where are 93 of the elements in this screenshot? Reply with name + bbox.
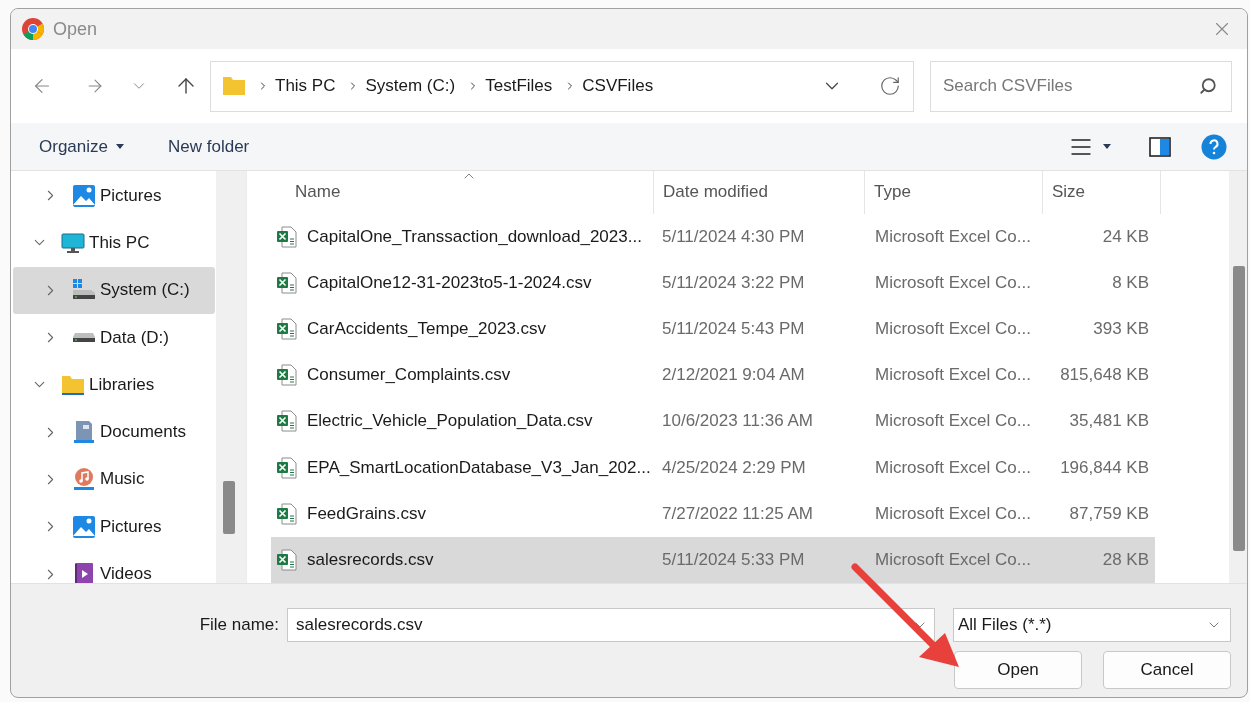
search-field[interactable]: Search CSVFiles bbox=[930, 60, 1232, 112]
file-name: EPA_SmartLocationDatabase_V3_Jan_202... bbox=[307, 457, 651, 478]
picture-icon bbox=[72, 514, 96, 539]
search-icon bbox=[1199, 77, 1217, 95]
date-modified-cell-text: 2/12/2021 9:04 AM bbox=[661, 365, 805, 386]
drive-icon bbox=[72, 333, 96, 343]
date-modified-cell-text: 7/27/2022 11:25 AM bbox=[661, 503, 813, 524]
date-modified-cell-text: 10/6/2023 11:36 AM bbox=[661, 411, 813, 432]
excel-file-icon bbox=[277, 456, 297, 479]
sidebar-item[interactable]: Music bbox=[13, 455, 215, 504]
scrollbar[interactable] bbox=[1229, 171, 1247, 583]
file-type-cell-text: Microsoft Excel Co... bbox=[874, 365, 1031, 386]
sidebar-item[interactable]: Pictures bbox=[13, 503, 215, 551]
file-row[interactable]: EPA_SmartLocationDatabase_V3_Jan_202... 4/25/2024 2:29 PM Microsoft Excel Co... 196,844 KB bbox=[271, 444, 1155, 491]
file-type-cell-text: Microsoft Excel Co... bbox=[874, 503, 1031, 524]
file-type-dropdown[interactable]: All Files (*.*) bbox=[953, 608, 1231, 642]
file-name-field[interactable]: salesrecords.csv bbox=[287, 608, 935, 642]
column-header[interactable]: Type bbox=[865, 171, 1043, 214]
excel-file-icon bbox=[277, 318, 297, 341]
file-size-cell-text: 35,481 KB bbox=[1069, 411, 1150, 432]
breadcrumb[interactable]: System (C:) bbox=[365, 76, 456, 96]
file-type-cell-text: Microsoft Excel Co... bbox=[874, 549, 1031, 570]
file-name-input[interactable]: salesrecords.csv bbox=[294, 614, 912, 636]
file-type-cell-text: Microsoft Excel Co... bbox=[874, 411, 1031, 432]
sidebar-item[interactable]: Documents bbox=[13, 408, 215, 456]
file-size-cell-text: 815,648 KB bbox=[1060, 365, 1150, 386]
help-icon[interactable] bbox=[1201, 133, 1227, 160]
file-row[interactable]: CarAccidents_Tempe_2023.csv 5/11/2024 5:43 PM Microsoft Excel Co... 393 KB bbox=[271, 306, 1155, 353]
file-name: Electric_Vehicle_Population_Data.csv bbox=[307, 411, 593, 432]
sidebar-item[interactable]: System (C:) bbox=[13, 266, 215, 314]
file-name: CapitalOne12-31-2023to5-1-2024.csv bbox=[307, 272, 592, 293]
file-name: FeedGrains.csv bbox=[307, 503, 427, 524]
file-row[interactable]: FeedGrains.csv 7/27/2022 11:25 AM Microsoft Excel Co... 87,759 KB bbox=[271, 490, 1155, 537]
caret-icon bbox=[116, 144, 124, 149]
file-row[interactable]: Electric_Vehicle_Population_Data.csv 10/6/2023 11:36 AM Microsoft Excel Co... 35,481 KB bbox=[271, 398, 1155, 445]
breadcrumb[interactable]: This PC bbox=[275, 76, 336, 96]
file-name: Consumer_Complaints.csv bbox=[307, 365, 511, 386]
file-name: CarAccidents_Tempe_2023.csv bbox=[307, 319, 547, 340]
column-header[interactable]: Size bbox=[1043, 171, 1161, 214]
file-size-cell-text: 393 KB bbox=[1093, 319, 1150, 340]
file-type-cell-text: Microsoft Excel Co... bbox=[874, 319, 1031, 340]
file-row[interactable]: Consumer_Complaints.csv 2/12/2021 9:04 AM Microsoft Excel Co... 815,648 KB bbox=[271, 352, 1155, 399]
file-size-cell-text: 196,844 KB bbox=[1060, 457, 1150, 478]
picture-icon bbox=[72, 183, 96, 208]
file-size-cell-text: 8 KB bbox=[1112, 272, 1150, 293]
preview-pane-icon[interactable] bbox=[1149, 136, 1171, 157]
file-name: CapitalOne_Transsaction_download_2023... bbox=[307, 226, 642, 247]
sidebar-item[interactable]: This PC bbox=[13, 219, 215, 267]
organize-menu[interactable]: Organize bbox=[37, 132, 126, 161]
column-header[interactable]: Date modified bbox=[654, 171, 865, 214]
refresh-icon[interactable] bbox=[879, 75, 901, 97]
file-type-cell-text: Microsoft Excel Co... bbox=[874, 457, 1031, 478]
monitor-icon bbox=[61, 230, 85, 255]
music-icon bbox=[72, 467, 96, 492]
file-size-cell-text: 28 KB bbox=[1102, 549, 1150, 570]
file-name-label: File name: bbox=[199, 615, 279, 635]
sidebar-item[interactable]: Data (D:) bbox=[13, 313, 215, 362]
address-bar[interactable]: This PC System (C:) TestFiles CSVFiles bbox=[210, 60, 914, 112]
breadcrumb[interactable]: TestFiles bbox=[485, 76, 553, 96]
excel-file-icon bbox=[277, 364, 297, 387]
excel-file-icon bbox=[277, 271, 297, 294]
excel-file-icon bbox=[277, 548, 297, 571]
file-type-cell-text: Microsoft Excel Co... bbox=[874, 226, 1031, 247]
sidebar-item[interactable]: Videos bbox=[13, 550, 215, 583]
file-row[interactable]: CapitalOne_Transsaction_download_2023... 5/11/2024 4:30 PM Microsoft Excel Co... 24 KB bbox=[271, 213, 1155, 260]
browser-logo-icon bbox=[21, 17, 45, 41]
search-input[interactable]: Search CSVFiles bbox=[941, 75, 1199, 97]
window-title: Open bbox=[53, 18, 99, 40]
excel-file-icon bbox=[277, 225, 297, 248]
file-row[interactable]: salesrecords.csv 5/11/2024 5:33 PM Microsoft Excel Co... 28 KB bbox=[271, 536, 1155, 583]
breadcrumb[interactable]: CSVFiles bbox=[582, 76, 654, 96]
file-size-cell-text: 24 KB bbox=[1102, 226, 1150, 247]
folder-icon bbox=[223, 77, 245, 95]
sidebar-item[interactable]: Pictures bbox=[13, 172, 215, 220]
column-header[interactable]: Name bbox=[271, 171, 654, 214]
excel-file-icon bbox=[277, 410, 297, 433]
sidebar-item[interactable]: Libraries bbox=[13, 361, 215, 409]
file-name: salesrecords.csv bbox=[307, 549, 434, 570]
new-folder-button[interactable]: New folder bbox=[166, 132, 252, 161]
date-modified-cell-text: 5/11/2024 3:22 PM bbox=[661, 272, 805, 293]
file-type-cell-text: Microsoft Excel Co... bbox=[874, 272, 1031, 293]
file-row[interactable]: CapitalOne12-31-2023to5-1-2024.csv 5/11/2024 3:22 PM Microsoft Excel Co... 8 KB bbox=[271, 259, 1155, 306]
date-modified-cell-text: 5/11/2024 5:33 PM bbox=[661, 549, 805, 570]
scrollbar[interactable] bbox=[216, 171, 246, 583]
file-size-cell-text: 87,759 KB bbox=[1069, 503, 1150, 524]
caret-icon[interactable] bbox=[1103, 144, 1111, 149]
date-modified-cell-text: 5/11/2024 4:30 PM bbox=[661, 226, 805, 247]
date-modified-cell-text: 5/11/2024 5:43 PM bbox=[661, 319, 805, 340]
date-modified-cell-text: 4/25/2024 2:29 PM bbox=[661, 457, 806, 478]
document-icon bbox=[72, 420, 96, 445]
open-button[interactable]: Open bbox=[954, 651, 1082, 689]
cancel-button[interactable]: Cancel bbox=[1103, 651, 1231, 689]
excel-file-icon bbox=[277, 502, 297, 525]
